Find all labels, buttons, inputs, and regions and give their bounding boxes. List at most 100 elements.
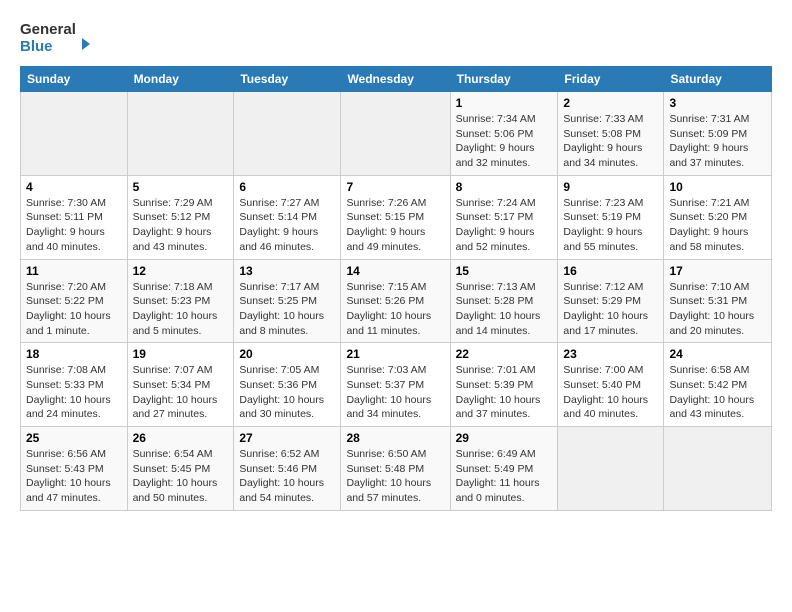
day-info: Sunrise: 7:12 AM Sunset: 5:29 PM Dayligh… (563, 280, 658, 339)
day-info: Sunrise: 6:56 AM Sunset: 5:43 PM Dayligh… (26, 447, 122, 506)
header: GeneralBlue (20, 16, 772, 56)
day-info: Sunrise: 6:54 AM Sunset: 5:45 PM Dayligh… (133, 447, 229, 506)
calendar-cell: 18 Sunrise: 7:08 AM Sunset: 5:33 PM Dayli… (21, 343, 128, 427)
day-number: 10 (669, 180, 766, 194)
calendar-cell: 16 Sunrise: 7:12 AM Sunset: 5:29 PM Dayli… (558, 259, 664, 343)
calendar-cell: 29 Sunrise: 6:49 AM Sunset: 5:49 PM Dayli… (450, 427, 558, 511)
day-info: Sunrise: 7:30 AM Sunset: 5:11 PM Dayligh… (26, 196, 122, 255)
calendar-cell (21, 92, 128, 176)
svg-text:Blue: Blue (20, 38, 53, 55)
calendar-table: SundayMondayTuesdayWednesdayThursdayFrid… (20, 66, 772, 511)
day-number: 5 (133, 180, 229, 194)
day-info: Sunrise: 7:23 AM Sunset: 5:19 PM Dayligh… (563, 196, 658, 255)
calendar-cell: 10 Sunrise: 7:21 AM Sunset: 5:20 PM Dayli… (664, 175, 772, 259)
calendar-cell: 28Sunrise: 6:50 AM Sunset: 5:48 PM Dayli… (341, 427, 450, 511)
calendar-cell: 27 Sunrise: 6:52 AM Sunset: 5:46 PM Dayli… (234, 427, 341, 511)
day-number: 20 (239, 347, 335, 361)
calendar-cell: 1 Sunrise: 7:34 AM Sunset: 5:06 PM Daylig… (450, 92, 558, 176)
calendar-cell: 3 Sunrise: 7:31 AM Sunset: 5:09 PM Daylig… (664, 92, 772, 176)
calendar-week-2: 4 Sunrise: 7:30 AM Sunset: 5:11 PM Daylig… (21, 175, 772, 259)
calendar-week-5: 25 Sunrise: 6:56 AM Sunset: 5:43 PM Dayli… (21, 427, 772, 511)
day-info: Sunrise: 7:03 AM Sunset: 5:37 PM Dayligh… (346, 363, 444, 422)
day-info: Sunrise: 7:29 AM Sunset: 5:12 PM Dayligh… (133, 196, 229, 255)
day-info: Sunrise: 7:15 AM Sunset: 5:26 PM Dayligh… (346, 280, 444, 339)
calendar-cell (127, 92, 234, 176)
calendar-cell: 12 Sunrise: 7:18 AM Sunset: 5:23 PM Dayli… (127, 259, 234, 343)
day-number: 1 (456, 96, 553, 110)
day-number: 28 (346, 431, 444, 445)
weekday-header-thursday: Thursday (450, 67, 558, 92)
day-info: Sunrise: 6:52 AM Sunset: 5:46 PM Dayligh… (239, 447, 335, 506)
calendar-cell: 11 Sunrise: 7:20 AM Sunset: 5:22 PM Dayli… (21, 259, 128, 343)
day-info: Sunrise: 7:08 AM Sunset: 5:33 PM Dayligh… (26, 363, 122, 422)
calendar-cell: 14 Sunrise: 7:15 AM Sunset: 5:26 PM Dayli… (341, 259, 450, 343)
calendar-body: 1 Sunrise: 7:34 AM Sunset: 5:06 PM Daylig… (21, 92, 772, 511)
calendar-cell: 25 Sunrise: 6:56 AM Sunset: 5:43 PM Dayli… (21, 427, 128, 511)
calendar-cell: 5 Sunrise: 7:29 AM Sunset: 5:12 PM Daylig… (127, 175, 234, 259)
logo: GeneralBlue (20, 16, 100, 56)
day-number: 17 (669, 264, 766, 278)
day-info: Sunrise: 7:05 AM Sunset: 5:36 PM Dayligh… (239, 363, 335, 422)
day-info: Sunrise: 7:26 AM Sunset: 5:15 PM Dayligh… (346, 196, 444, 255)
calendar-cell: 24 Sunrise: 6:58 AM Sunset: 5:42 PM Dayli… (664, 343, 772, 427)
day-number: 6 (239, 180, 335, 194)
day-info: Sunrise: 7:18 AM Sunset: 5:23 PM Dayligh… (133, 280, 229, 339)
calendar-cell: 26Sunrise: 6:54 AM Sunset: 5:45 PM Dayli… (127, 427, 234, 511)
calendar-cell: 21 Sunrise: 7:03 AM Sunset: 5:37 PM Dayli… (341, 343, 450, 427)
day-number: 16 (563, 264, 658, 278)
day-number: 15 (456, 264, 553, 278)
day-number: 24 (669, 347, 766, 361)
weekday-header-sunday: Sunday (21, 67, 128, 92)
calendar-cell: 13 Sunrise: 7:17 AM Sunset: 5:25 PM Dayli… (234, 259, 341, 343)
calendar-cell (234, 92, 341, 176)
day-number: 9 (563, 180, 658, 194)
day-number: 14 (346, 264, 444, 278)
day-number: 25 (26, 431, 122, 445)
day-info: Sunrise: 6:58 AM Sunset: 5:42 PM Dayligh… (669, 363, 766, 422)
day-number: 11 (26, 264, 122, 278)
weekday-header-wednesday: Wednesday (341, 67, 450, 92)
weekday-header-friday: Friday (558, 67, 664, 92)
day-number: 7 (346, 180, 444, 194)
day-info: Sunrise: 7:34 AM Sunset: 5:06 PM Dayligh… (456, 112, 553, 171)
day-number: 18 (26, 347, 122, 361)
day-number: 22 (456, 347, 553, 361)
day-number: 3 (669, 96, 766, 110)
day-number: 27 (239, 431, 335, 445)
day-info: Sunrise: 7:13 AM Sunset: 5:28 PM Dayligh… (456, 280, 553, 339)
calendar-cell: 9 Sunrise: 7:23 AM Sunset: 5:19 PM Daylig… (558, 175, 664, 259)
day-number: 13 (239, 264, 335, 278)
calendar-cell: 19 Sunrise: 7:07 AM Sunset: 5:34 PM Dayli… (127, 343, 234, 427)
svg-text:General: General (20, 21, 76, 38)
calendar-cell (341, 92, 450, 176)
day-number: 29 (456, 431, 553, 445)
calendar-cell: 17 Sunrise: 7:10 AM Sunset: 5:31 PM Dayli… (664, 259, 772, 343)
weekday-header-monday: Monday (127, 67, 234, 92)
calendar-cell: 20 Sunrise: 7:05 AM Sunset: 5:36 PM Dayli… (234, 343, 341, 427)
day-info: Sunrise: 7:21 AM Sunset: 5:20 PM Dayligh… (669, 196, 766, 255)
calendar-week-4: 18 Sunrise: 7:08 AM Sunset: 5:33 PM Dayli… (21, 343, 772, 427)
day-number: 21 (346, 347, 444, 361)
day-number: 19 (133, 347, 229, 361)
day-info: Sunrise: 7:10 AM Sunset: 5:31 PM Dayligh… (669, 280, 766, 339)
day-info: Sunrise: 7:00 AM Sunset: 5:40 PM Dayligh… (563, 363, 658, 422)
day-info: Sunrise: 7:31 AM Sunset: 5:09 PM Dayligh… (669, 112, 766, 171)
calendar-cell: 6 Sunrise: 7:27 AM Sunset: 5:14 PM Daylig… (234, 175, 341, 259)
day-number: 4 (26, 180, 122, 194)
calendar-cell: 23 Sunrise: 7:00 AM Sunset: 5:40 PM Dayli… (558, 343, 664, 427)
day-info: Sunrise: 6:49 AM Sunset: 5:49 PM Dayligh… (456, 447, 553, 506)
calendar-cell: 15 Sunrise: 7:13 AM Sunset: 5:28 PM Dayli… (450, 259, 558, 343)
calendar-header: SundayMondayTuesdayWednesdayThursdayFrid… (21, 67, 772, 92)
day-info: Sunrise: 7:27 AM Sunset: 5:14 PM Dayligh… (239, 196, 335, 255)
calendar-cell (558, 427, 664, 511)
day-number: 23 (563, 347, 658, 361)
day-info: Sunrise: 7:17 AM Sunset: 5:25 PM Dayligh… (239, 280, 335, 339)
day-number: 12 (133, 264, 229, 278)
weekday-header-tuesday: Tuesday (234, 67, 341, 92)
day-info: Sunrise: 7:07 AM Sunset: 5:34 PM Dayligh… (133, 363, 229, 422)
calendar-week-3: 11 Sunrise: 7:20 AM Sunset: 5:22 PM Dayli… (21, 259, 772, 343)
day-info: Sunrise: 7:20 AM Sunset: 5:22 PM Dayligh… (26, 280, 122, 339)
day-info: Sunrise: 7:01 AM Sunset: 5:39 PM Dayligh… (456, 363, 553, 422)
calendar-cell: 2Sunrise: 7:33 AM Sunset: 5:08 PM Daylig… (558, 92, 664, 176)
day-info: Sunrise: 7:33 AM Sunset: 5:08 PM Dayligh… (563, 112, 658, 171)
